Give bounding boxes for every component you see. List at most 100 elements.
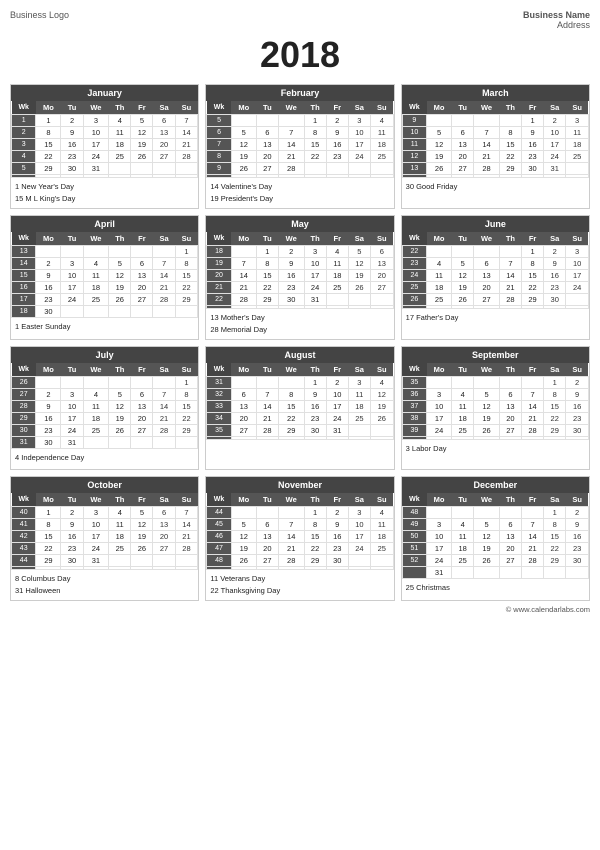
day-cell: 27 <box>131 425 153 437</box>
day-cell: 19 <box>131 139 153 151</box>
day-cell: 5 <box>109 258 131 270</box>
day-cell: 29 <box>175 294 198 306</box>
col-header-wk: Wk <box>207 493 231 507</box>
day-cell: 6 <box>153 507 175 519</box>
day-cell: 26 <box>131 151 153 163</box>
day-cell <box>474 377 500 389</box>
day-cell: 26 <box>231 163 256 175</box>
day-cell: 16 <box>566 401 589 413</box>
week-number: 36 <box>402 389 426 401</box>
day-cell <box>474 246 500 258</box>
day-cell: 12 <box>474 401 500 413</box>
month-block-january: JanuaryWkMoTuWeThFrSaSu11234567289101112… <box>10 84 199 209</box>
day-cell: 9 <box>566 389 589 401</box>
day-cell: 29 <box>36 163 61 175</box>
day-cell: 21 <box>153 413 175 425</box>
day-cell <box>304 163 326 175</box>
month-title: January <box>11 85 198 101</box>
day-cell: 11 <box>427 270 452 282</box>
day-cell: 30 <box>326 555 348 567</box>
holidays-section: 30 Good Friday <box>402 178 589 198</box>
day-cell: 11 <box>109 127 131 139</box>
month-title: April <box>11 216 198 232</box>
day-cell: 5 <box>348 246 370 258</box>
day-cell: 1 <box>304 115 326 127</box>
day-cell: 12 <box>452 270 474 282</box>
holiday-item: 15 M L King's Day <box>15 193 194 205</box>
day-cell <box>522 377 544 389</box>
day-cell: 17 <box>427 413 452 425</box>
day-cell <box>348 555 370 567</box>
day-cell: 7 <box>153 258 175 270</box>
week-number: 43 <box>12 543 36 555</box>
col-header-su: Su <box>566 232 589 246</box>
day-cell <box>256 507 278 519</box>
day-cell: 27 <box>256 163 278 175</box>
col-header-mo: Mo <box>36 101 61 115</box>
day-cell: 26 <box>231 555 256 567</box>
day-cell: 28 <box>153 425 175 437</box>
day-cell: 30 <box>36 437 61 449</box>
day-cell <box>83 377 109 389</box>
day-cell: 9 <box>566 519 589 531</box>
page-header: Business Logo Business Name Address <box>10 10 590 30</box>
day-cell: 16 <box>566 531 589 543</box>
month-title: September <box>402 347 589 363</box>
col-header-tu: Tu <box>256 493 278 507</box>
col-header-tu: Tu <box>61 101 83 115</box>
col-header-sa: Sa <box>544 101 566 115</box>
week-number: 35 <box>402 377 426 389</box>
day-cell <box>278 507 304 519</box>
day-cell: 15 <box>175 270 198 282</box>
day-cell: 11 <box>566 127 589 139</box>
day-cell <box>109 306 131 318</box>
day-cell: 7 <box>153 389 175 401</box>
day-cell: 4 <box>370 507 393 519</box>
day-cell <box>474 507 500 519</box>
col-header-mo: Mo <box>231 493 256 507</box>
day-cell <box>131 377 153 389</box>
day-cell: 15 <box>36 139 61 151</box>
col-header-wk: Wk <box>402 101 426 115</box>
day-cell: 18 <box>109 139 131 151</box>
day-cell: 9 <box>304 389 326 401</box>
day-cell: 2 <box>544 246 566 258</box>
day-cell: 8 <box>522 258 544 270</box>
day-cell: 4 <box>109 115 131 127</box>
day-cell: 5 <box>231 519 256 531</box>
day-cell: 6 <box>452 127 474 139</box>
day-cell: 14 <box>278 531 304 543</box>
day-cell: 10 <box>427 401 452 413</box>
day-cell <box>348 294 370 306</box>
day-cell: 9 <box>326 519 348 531</box>
day-cell: 25 <box>427 294 452 306</box>
col-header-we: We <box>474 363 500 377</box>
day-cell: 3 <box>304 246 326 258</box>
day-cell: 9 <box>278 258 304 270</box>
day-cell: 27 <box>370 282 393 294</box>
day-cell: 8 <box>304 127 326 139</box>
day-cell: 2 <box>566 507 589 519</box>
week-number: 41 <box>12 519 36 531</box>
day-cell: 11 <box>370 127 393 139</box>
day-cell: 19 <box>231 151 256 163</box>
day-cell: 24 <box>83 543 109 555</box>
day-cell: 3 <box>83 507 109 519</box>
col-header-tu: Tu <box>61 232 83 246</box>
holiday-item: 31 Halloween <box>15 585 194 597</box>
day-cell: 14 <box>231 270 256 282</box>
week-number: 42 <box>12 531 36 543</box>
day-cell: 19 <box>109 282 131 294</box>
day-cell <box>474 115 500 127</box>
day-cell: 5 <box>474 519 500 531</box>
week-number: 49 <box>402 519 426 531</box>
day-cell: 13 <box>131 401 153 413</box>
day-cell: 27 <box>474 294 500 306</box>
day-cell: 10 <box>566 258 589 270</box>
holiday-item: 4 Independence Day <box>15 452 194 464</box>
day-cell: 28 <box>278 555 304 567</box>
day-cell: 26 <box>427 163 452 175</box>
day-cell <box>83 306 109 318</box>
day-cell: 10 <box>304 258 326 270</box>
day-cell: 25 <box>326 282 348 294</box>
